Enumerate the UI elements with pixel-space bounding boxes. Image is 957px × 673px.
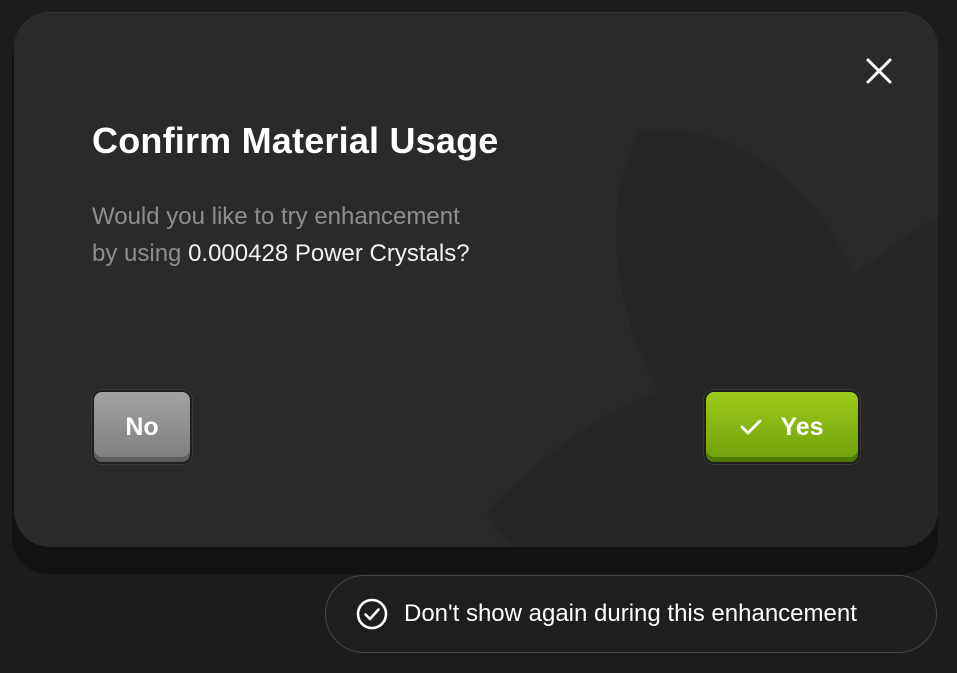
dont-show-again-toggle[interactable]: Don't show again during this enhancement — [325, 575, 937, 653]
close-button[interactable] — [858, 50, 900, 92]
message-line-1: Would you like to try enhancement — [92, 203, 460, 230]
yes-button-label: Yes — [780, 412, 824, 441]
no-button-label: No — [125, 412, 159, 441]
circle-check-icon — [356, 598, 388, 630]
background-emblem-icon — [487, 129, 938, 547]
screen: Confirm Material Usage Would you like to… — [0, 0, 957, 673]
message-prefix: by using — [92, 240, 189, 267]
dialog-title: Confirm Material Usage — [92, 120, 499, 161]
no-button[interactable]: No — [92, 390, 192, 464]
close-icon — [866, 58, 892, 84]
material-amount: 0.000428 Power Crystals? — [188, 240, 470, 267]
dont-show-again-label: Don't show again during this enhancement — [404, 600, 857, 627]
checkmark-icon — [740, 418, 762, 436]
dialog-message: Would you like to try enhancement by usi… — [92, 198, 612, 272]
confirm-dialog: Confirm Material Usage Would you like to… — [14, 12, 938, 547]
yes-button[interactable]: Yes — [704, 390, 860, 464]
